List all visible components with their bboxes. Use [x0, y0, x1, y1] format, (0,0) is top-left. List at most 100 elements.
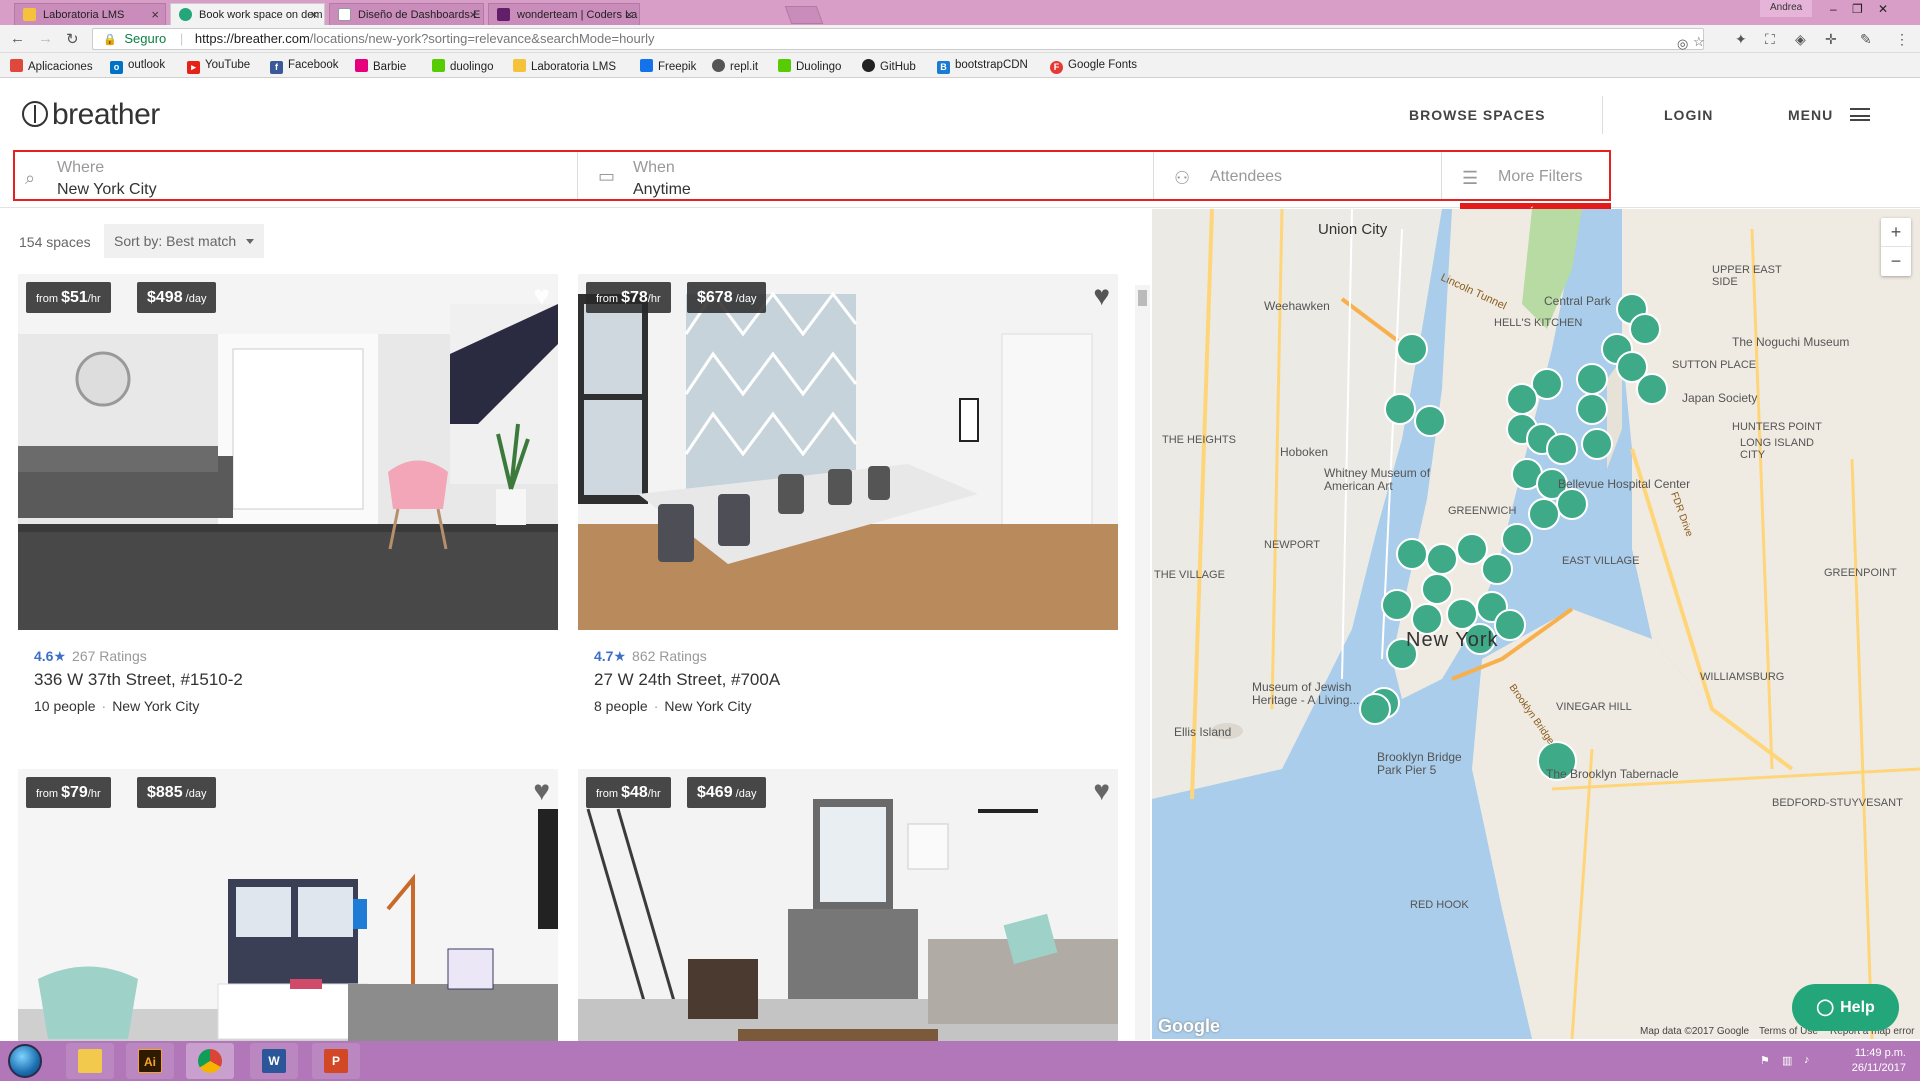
bookmark-laboratoria[interactable]: Laboratoria LMS — [513, 59, 616, 73]
bookmark-duolingo-2[interactable]: Duolingo — [778, 59, 841, 73]
hamburger-icon[interactable] — [1850, 108, 1870, 121]
facebook-icon: f — [270, 61, 283, 74]
bookmark-bootstrapcdn[interactable]: BbootstrapCDN — [937, 59, 1028, 74]
map-label: VINEGAR HILL — [1556, 701, 1632, 713]
new-tab-button[interactable] — [784, 6, 824, 24]
map-panel[interactable]: Union City Weehawken Central Park HELL'S… — [1152, 209, 1920, 1039]
bookmark-facebook[interactable]: f Facebook — [270, 59, 339, 74]
breather-logo[interactable]: breather — [22, 98, 160, 132]
url-input[interactable]: 🔒 Seguro | https://breather.com/location… — [92, 28, 1705, 52]
tab-dashboards[interactable]: Diseño de Dashboards E × — [329, 3, 484, 25]
attendees-field[interactable]: ⚇ Attendees — [1154, 152, 1442, 199]
listing-card[interactable]: from $51/hr $498 /day ♥ 4.6★ 267 Ratings … — [18, 274, 558, 734]
profile-chip[interactable]: Andrea — [1760, 0, 1813, 17]
zoom-in-button[interactable]: + — [1881, 218, 1911, 247]
minimize-icon[interactable]: – — [1830, 2, 1837, 16]
taskbar-chrome[interactable] — [186, 1043, 234, 1079]
listing-card[interactable]: from $48/hr $469 /day ♥ — [578, 769, 1118, 1041]
listing-card[interactable]: from $79/hr $885 /day ♥ — [18, 769, 558, 1041]
login-link[interactable]: LOGIN — [1664, 107, 1713, 123]
more-filters-button[interactable]: ☰ More Filters — [1442, 152, 1609, 199]
screenshot-icon[interactable]: ⛶ — [1765, 31, 1775, 48]
start-button-icon[interactable] — [8, 1044, 42, 1078]
bookmark-label: repl.it — [730, 61, 759, 73]
favorite-heart-icon[interactable]: ♥ — [1093, 280, 1110, 312]
eyedropper-icon[interactable]: ✎ — [1860, 31, 1872, 48]
replit-icon — [712, 59, 725, 72]
help-button[interactable]: ◯ Help — [1792, 984, 1899, 1031]
reload-icon[interactable]: ↻ — [66, 30, 79, 48]
github-icon — [862, 59, 875, 72]
bookmark-replit[interactable]: repl.it — [712, 59, 758, 73]
close-tab-icon[interactable]: × — [151, 7, 159, 22]
taskbar-word[interactable]: W — [250, 1043, 298, 1079]
browse-spaces-link[interactable]: BROWSE SPACES — [1409, 107, 1545, 123]
bookmark-youtube[interactable]: ▸ YouTube — [187, 59, 250, 74]
system-clock[interactable]: 11:49 p.m. 26/11/2017 — [1826, 1046, 1906, 1076]
tab-laboratoria[interactable]: Laboratoria LMS × — [14, 3, 166, 25]
results-count: 154 spaces — [19, 234, 91, 250]
bookmark-barbie[interactable]: Barbie — [355, 59, 406, 73]
listing-photo[interactable]: from $78/hr $678 /day ♥ — [578, 274, 1118, 630]
chrome-menu-icon[interactable]: ⋮ — [1895, 31, 1909, 48]
star-icon: ★ — [613, 648, 627, 664]
menu-button[interactable]: MENU — [1788, 107, 1833, 123]
taskbar-powerpoint[interactable]: P — [312, 1043, 360, 1079]
bookmark-outlook[interactable]: o outlook — [110, 59, 165, 74]
map-label: Central Park — [1544, 294, 1611, 308]
close-tab-icon[interactable]: × — [310, 7, 318, 22]
daily-unit: /day — [185, 293, 207, 305]
clock-time: 11:49 p.m. — [1854, 1047, 1906, 1059]
taskbar-explorer[interactable] — [66, 1043, 114, 1079]
tab-breather[interactable]: Book work space on dem × — [170, 3, 325, 25]
listing-photo[interactable]: from $79/hr $885 /day ♥ — [18, 769, 558, 1041]
bookmark-apps[interactable]: Aplicaciones — [10, 59, 93, 73]
bookmark-label: Google Fonts — [1068, 59, 1138, 71]
map-canvas — [1152, 209, 1920, 1039]
taskbar-illustrator[interactable]: Ai — [126, 1043, 174, 1079]
listing-photo[interactable]: from $51/hr $498 /day ♥ — [18, 274, 558, 630]
map-label: The Brooklyn Tabernacle — [1546, 767, 1679, 781]
chevron-down-icon — [246, 239, 255, 244]
location-icon[interactable]: ◎ — [1677, 34, 1688, 54]
google-logo[interactable]: Google — [1158, 1016, 1220, 1037]
favorite-heart-icon[interactable]: ♥ — [533, 775, 550, 807]
map-label: WILLIAMSBURG — [1700, 671, 1785, 683]
where-field[interactable]: ⌕ Where New York City — [15, 152, 578, 199]
results-scrollbar[interactable] — [1135, 285, 1150, 1040]
bookmark-github[interactable]: GitHub — [862, 59, 916, 73]
close-tab-icon[interactable]: × — [469, 7, 477, 22]
listing-address[interactable]: 27 W 24th Street, #700A — [594, 670, 780, 690]
bookmark-star-icon[interactable]: ☆ — [1693, 32, 1705, 52]
meeting-room-photo — [578, 274, 1118, 630]
bookmark-freepik[interactable]: Freepik — [640, 59, 696, 73]
close-tab-icon[interactable]: × — [625, 7, 633, 22]
shield-extension-icon[interactable]: ◈ — [1795, 31, 1806, 48]
zoom-out-button[interactable]: − — [1881, 247, 1911, 276]
sort-dropdown[interactable]: Sort by: Best match — [104, 224, 265, 258]
bookmark-google-fonts[interactable]: F Google Fonts — [1050, 59, 1137, 74]
favorite-heart-icon[interactable]: ♥ — [1093, 775, 1110, 807]
listing-address[interactable]: 336 W 37th Street, #1510-2 — [34, 670, 243, 690]
back-icon[interactable]: ← — [10, 30, 25, 47]
listing-card[interactable]: from $78/hr $678 /day ♥ 4.7★ 862 Ratings … — [578, 274, 1118, 734]
when-field[interactable]: ▭ When Anytime — [578, 152, 1154, 199]
results-scrollbar-thumb[interactable] — [1138, 290, 1147, 306]
volume-icon[interactable]: ♪ — [1804, 1054, 1810, 1066]
rating-score: 4.6 — [34, 648, 54, 664]
flag-icon[interactable]: ⚑ — [1760, 1054, 1770, 1067]
extension-puzzle-icon[interactable]: ✦ — [1735, 31, 1747, 48]
restore-icon[interactable]: ❐ — [1852, 2, 1863, 16]
tab-wonderteam[interactable]: wonderteam | Coders La × — [488, 3, 640, 25]
move-extension-icon[interactable]: ✛ — [1825, 31, 1837, 48]
favorite-heart-icon[interactable]: ♥ — [533, 280, 550, 312]
bookmark-duolingo[interactable]: duolingo — [432, 59, 493, 73]
network-icon[interactable]: ▥ — [1782, 1054, 1792, 1067]
close-window-icon[interactable]: ✕ — [1878, 2, 1888, 16]
price-from: from — [596, 788, 618, 800]
hourly-price: $51 — [61, 289, 88, 306]
ratings-count: 267 Ratings — [72, 648, 147, 664]
listing-photo[interactable]: from $48/hr $469 /day ♥ — [578, 769, 1118, 1041]
forward-icon[interactable]: → — [38, 30, 53, 47]
bookmark-label: duolingo — [450, 61, 494, 73]
